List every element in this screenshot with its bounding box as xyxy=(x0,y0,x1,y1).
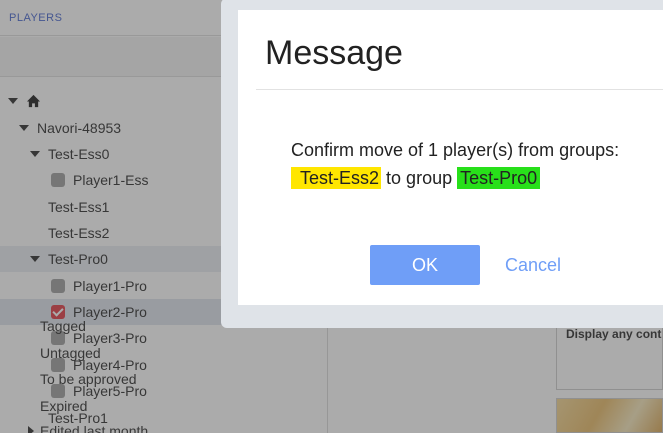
dialog-divider xyxy=(256,89,663,90)
target-group-highlight: Test-Pro0 xyxy=(457,167,541,189)
message-dialog: Message Confirm move of 1 player(s) from… xyxy=(238,10,663,305)
dialog-message-prefix: Confirm move of 1 player(s) from groups: xyxy=(291,140,620,160)
ok-button[interactable]: OK xyxy=(370,245,480,285)
dialog-title: Message xyxy=(265,34,403,72)
source-group-highlight: Test-Ess2 xyxy=(291,167,382,189)
dialog-message-middle: to group xyxy=(386,168,453,188)
cancel-button[interactable]: Cancel xyxy=(503,245,563,285)
dialog-message: Confirm move of 1 player(s) from groups:… xyxy=(291,136,663,192)
